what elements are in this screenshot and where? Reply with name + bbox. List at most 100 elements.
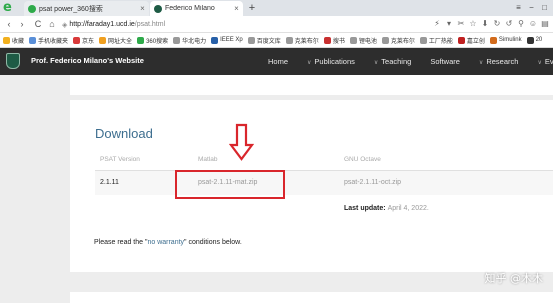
column-header-matlab: Matlab	[198, 156, 218, 163]
url-input[interactable]: ◈ http://faraday1.ucd.ie/psat.html	[62, 18, 402, 31]
search-icon	[137, 36, 145, 44]
close-icon[interactable]: ×	[138, 4, 147, 13]
reload-icon[interactable]: C	[32, 18, 44, 30]
nav-label: Software	[430, 57, 460, 66]
menu-grid-icon[interactable]: ▤	[539, 18, 551, 30]
globe-icon	[457, 36, 465, 44]
lightning-icon[interactable]: ⚡	[431, 18, 443, 30]
nav-ev[interactable]: ∨ Ev	[537, 57, 553, 66]
download-heading: Download	[95, 126, 153, 141]
user-icon[interactable]: ☺	[527, 18, 539, 30]
globe-icon	[173, 36, 181, 44]
site-title[interactable]: Prof. Federico Milano's Website	[31, 56, 144, 65]
arrow-down-icon	[229, 123, 254, 161]
bookmark-item[interactable]: 工厂热能	[419, 36, 453, 45]
globe-icon	[285, 36, 293, 44]
undo-icon[interactable]: ↺	[503, 18, 515, 30]
column-header-version: PSAT Version	[100, 156, 140, 163]
globe-icon	[526, 36, 534, 44]
bookmark-label: 华北电力	[182, 38, 207, 45]
bookmark-item[interactable]: IEEE Xp	[211, 36, 243, 44]
last-update: Last update: April 4, 2022.	[344, 205, 429, 212]
search-favicon-icon	[28, 4, 36, 13]
no-warranty-link[interactable]: no warranty	[147, 239, 184, 246]
tab-strip: e psat power_360搜索 × Federico Milano × +…	[0, 0, 553, 16]
chevron-down-icon: ∨	[478, 60, 484, 66]
bookmark-item[interactable]: 锂电池	[349, 36, 377, 45]
star-icon[interactable]: ☆	[467, 18, 479, 30]
page-body: Download PSAT Version Matlab GNU Octave …	[0, 75, 553, 303]
tab-label: psat power_360搜索	[39, 5, 103, 13]
table-row	[95, 171, 553, 195]
maximize-icon[interactable]: □	[538, 0, 551, 15]
bookmark-item[interactable]: Simulink	[489, 36, 522, 44]
next-section-card	[70, 292, 553, 303]
bookmark-item[interactable]: 360搜索	[137, 36, 168, 45]
nav-label: Research	[486, 57, 519, 66]
nav-research[interactable]: ∨ Research	[479, 57, 519, 66]
bookmark-label: 360搜索	[146, 38, 169, 45]
globe-icon	[73, 36, 81, 44]
simulink-icon	[489, 36, 497, 44]
bookmark-item[interactable]: 20	[526, 36, 543, 44]
url-path: /psat.html	[134, 21, 166, 28]
tab-psat-search[interactable]: psat power_360搜索 ×	[24, 1, 149, 16]
forward-history-icon[interactable]: ↻	[491, 18, 503, 30]
home-icon[interactable]: ⌂	[46, 18, 58, 30]
bookmark-item[interactable]: 嘉立创	[457, 36, 485, 45]
back-icon[interactable]: ‹	[3, 18, 15, 30]
tab-federico-milano[interactable]: Federico Milano ×	[150, 1, 243, 16]
octave-download-link[interactable]: psat-2.1.11-oct.zip	[344, 179, 401, 186]
site-favicon-icon	[154, 4, 162, 13]
bookmark-label: 搜书	[332, 38, 345, 45]
bookmark-label: 手机收藏夹	[38, 38, 69, 45]
globe-icon	[349, 36, 357, 44]
bookmark-item[interactable]: 百度文库	[247, 36, 281, 45]
nav-teaching[interactable]: ∨ Teaching	[374, 57, 411, 66]
bookmark-label: 网址大全	[108, 38, 133, 45]
bookmark-item[interactable]: 搜书	[323, 36, 345, 45]
highlight-box	[175, 170, 285, 199]
bookmark-label: 20	[535, 37, 543, 43]
phone-icon	[29, 36, 37, 44]
new-tab-button[interactable]: +	[245, 1, 259, 15]
bookmarks-bar: 收藏 手机收藏夹 京东 网址大全 360搜索 华北电力 IEEE Xp 百度文库…	[0, 33, 553, 48]
warranty-suffix: " conditions below.	[184, 239, 242, 246]
minimize-icon[interactable]: −	[525, 0, 538, 15]
globe-icon	[419, 36, 427, 44]
bookmark-item[interactable]: 克莱布尔	[381, 36, 415, 45]
last-update-label: Last update:	[344, 205, 386, 212]
bookmark-item[interactable]: 京东	[73, 36, 94, 45]
dropdown-icon[interactable]: ▾	[443, 18, 455, 30]
close-icon[interactable]: ×	[232, 4, 241, 13]
bookmark-item[interactable]: 网址大全	[99, 36, 132, 45]
bookmark-label: 克莱布尔	[390, 38, 415, 45]
browser-logo-icon[interactable]: e	[3, 1, 17, 15]
version-cell: 2.1.11	[100, 179, 119, 186]
bookmark-label: 工厂热能	[428, 38, 453, 45]
bookmark-item[interactable]: 手机收藏夹	[29, 36, 68, 45]
warranty-prefix: Please read the "	[94, 239, 148, 246]
bookmark-item[interactable]: 华北电力	[173, 36, 206, 45]
bookmark-item[interactable]: 克莱布尔	[285, 36, 319, 45]
star-icon	[3, 36, 10, 44]
window-controls: ≡ − □	[512, 0, 551, 15]
column-header-octave: GNU Octave	[344, 156, 381, 163]
key-icon[interactable]: ⚲	[515, 18, 527, 30]
ieee-icon	[211, 36, 219, 44]
download-icon[interactable]: ⬇	[479, 18, 491, 30]
nav-home[interactable]: Home	[268, 57, 288, 66]
forward-icon[interactable]: ›	[16, 18, 28, 30]
nav-label: Ev	[544, 57, 553, 66]
bookmark-item[interactable]: 收藏	[3, 36, 24, 45]
address-bar: ‹ › C ⌂ ◈ http://faraday1.ucd.ie/psat.ht…	[0, 16, 553, 33]
nav-software[interactable]: Software	[430, 57, 460, 66]
scissors-icon[interactable]: ✂	[455, 18, 467, 30]
previous-section-card	[70, 75, 553, 95]
site-nav: Home ∨ Publications ∨ Teaching Software ∨ R…	[268, 48, 553, 75]
bookmark-label: 百度文库	[256, 38, 281, 45]
menu-icon[interactable]: ≡	[512, 0, 525, 15]
nav-publications[interactable]: ∨ Publications	[307, 57, 355, 66]
ucd-logo-icon[interactable]	[6, 53, 20, 69]
bookmark-label: 嘉立创	[466, 38, 485, 45]
